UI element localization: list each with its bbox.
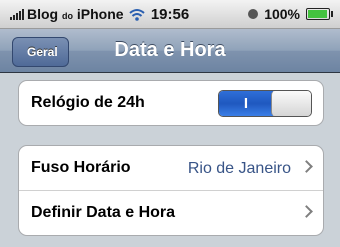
timezone-label: Fuso Horário: [31, 159, 131, 176]
battery-icon: [306, 8, 333, 20]
chevron-right-icon: [300, 160, 313, 173]
clock-24h-toggle[interactable]: I: [218, 90, 312, 117]
set-date-time-row[interactable]: Definir Data e Hora: [19, 190, 323, 235]
timezone-value: Rio de Janeiro: [187, 160, 291, 177]
set-date-time-label: Definir Data e Hora: [31, 204, 176, 221]
status-bar: Blog do iPhone 19:56 100%: [0, 0, 340, 29]
clock-24h-row: Relógio de 24h I: [19, 81, 323, 125]
clock-format-group: Relógio de 24h I: [18, 80, 324, 126]
navigation-bar: Geral Data e Hora: [0, 29, 340, 73]
page-title: Data e Hora: [114, 39, 226, 61]
date-time-group: Fuso Horário Rio de Janeiro Definir Data…: [18, 145, 324, 236]
clock-24h-label: Relógio de 24h: [31, 94, 145, 111]
toggle-on-label: I: [219, 91, 273, 116]
toggle-knob[interactable]: [271, 91, 311, 116]
timezone-row[interactable]: Fuso Horário Rio de Janeiro: [19, 146, 323, 190]
battery-percent: 100%: [264, 6, 300, 22]
chevron-right-icon: [300, 205, 313, 218]
orientation-lock-icon: [248, 9, 259, 19]
